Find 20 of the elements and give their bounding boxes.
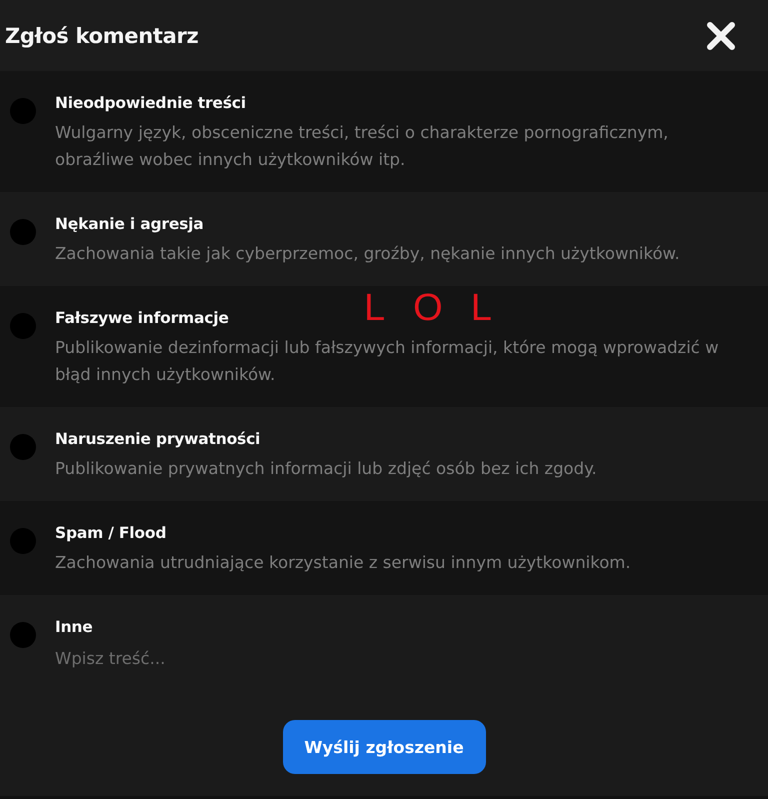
text-field[interactable]: Wpisz treść... — [55, 643, 748, 673]
close-button[interactable] — [707, 22, 735, 50]
option-description: Publikowanie prywatnych informacji lub zdjęć osób bez ich zgody. — [55, 458, 598, 480]
option-label: Inne — [55, 617, 93, 638]
handwritten-annotation: LOL — [364, 286, 520, 330]
option-label: Spam / Flood — [55, 523, 166, 544]
submit-button[interactable]: Wyślij zgłoszenie — [282, 720, 486, 774]
radio-button[interactable] — [10, 219, 36, 245]
option-description: Zachowania utrudniające korzystanie z serwisu innym użytkownikom. — [55, 552, 632, 574]
option-label: Naruszenie prywatności — [55, 429, 260, 450]
close-icon — [707, 22, 735, 50]
option-label: Nękanie i agresja — [55, 214, 204, 235]
option-description: Zachowania takie jak cyberprzemoc, groźby, nękanie innych użytkowników. — [55, 243, 681, 265]
dialog-title: Zgłoś komentarz — [5, 24, 198, 48]
option-label: Nieodpowiednie treści — [55, 93, 246, 114]
option-label: Fałszywe informacje — [55, 308, 229, 329]
radio-button[interactable] — [10, 622, 36, 648]
option-description: Wulgarny język, obsceniczne treści, treści o charakterze pornograficznym, obraźliwe wobec innych użytkowników itp. — [55, 122, 670, 171]
radio-button[interactable] — [10, 434, 36, 460]
option-description: Publikowanie dezinformacji lub fałszywych informacji, które mogą wprowadzić w błąd innych użytkowników. — [55, 337, 720, 386]
